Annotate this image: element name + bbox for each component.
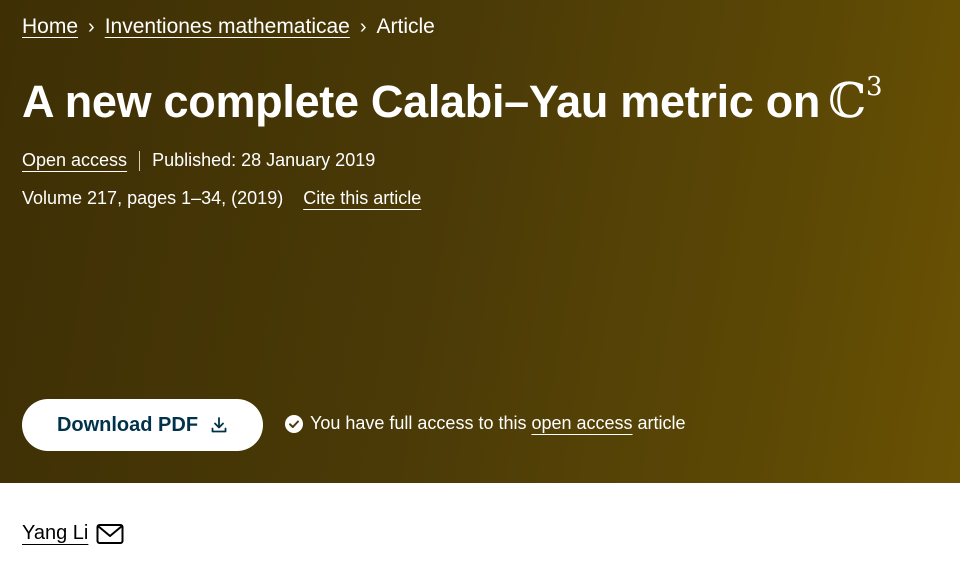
breadcrumb-journal[interactable]: Inventiones mathematicae (105, 15, 350, 39)
breadcrumb: Home › Inventiones mathematicae › Articl… (22, 12, 435, 42)
open-access-info-link[interactable]: open access (531, 413, 632, 434)
chevron-right-icon: › (359, 15, 367, 38)
download-pdf-button[interactable]: Download PDF (22, 399, 263, 451)
author-name-link[interactable]: Yang Li (22, 522, 88, 545)
access-suffix: article (637, 413, 686, 433)
article-meta-row: Open access Published: 28 January 2019 (22, 150, 375, 171)
article-volume-row: Volume 217, pages 1–34, (2019) Cite this… (22, 188, 421, 209)
author-list: Yang Li (22, 522, 124, 545)
check-circle-icon (285, 414, 303, 433)
download-icon (210, 416, 228, 434)
breadcrumb-home[interactable]: Home (22, 15, 78, 39)
article-title: A new complete Calabi–Yau metric on ℂ3 (22, 72, 883, 129)
open-access-link[interactable]: Open access (22, 150, 127, 171)
access-status: You have full access to this open access… (285, 413, 686, 434)
cite-article-link[interactable]: Cite this article (303, 188, 421, 209)
meta-divider (139, 150, 141, 171)
chevron-right-icon: › (88, 15, 95, 38)
article-header: Home › Inventiones mathematicae › Articl… (0, 0, 960, 483)
envelope-icon[interactable] (96, 523, 124, 545)
volume-info: Volume 217, pages 1–34, (2019) (22, 188, 284, 208)
title-math-symbol: ℂ (828, 73, 866, 129)
breadcrumb-current: Article (376, 15, 435, 38)
published-date: Published: 28 January 2019 (152, 150, 376, 170)
title-text: A new complete Calabi–Yau metric on (22, 76, 821, 127)
title-math-exponent: 3 (865, 72, 883, 102)
download-pdf-label: Download PDF (56, 413, 199, 436)
access-prefix: You have full access to this (310, 413, 527, 433)
